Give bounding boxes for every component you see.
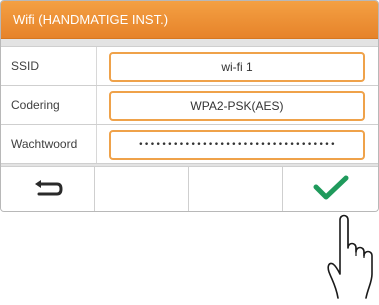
ssid-row: SSID wi-fi 1	[1, 46, 378, 86]
checkmark-icon	[313, 175, 349, 200]
button-bar	[1, 166, 378, 211]
empty-button	[95, 167, 189, 211]
password-row: Wachtwoord •••••••••••••••••••••••••••••…	[1, 124, 378, 164]
ssid-label: SSID	[11, 59, 40, 73]
encryption-field[interactable]: WPA2-PSK(AES)	[109, 91, 365, 121]
wifi-settings-screen: Wifi (HANDMATIGE INST.) SSID wi-fi 1 Cod…	[0, 0, 379, 212]
empty-button	[189, 167, 283, 211]
encryption-row: Codering WPA2-PSK(AES)	[1, 85, 378, 125]
password-label: Wachtwoord	[11, 137, 78, 151]
back-button[interactable]	[1, 167, 95, 211]
row-divider	[96, 86, 97, 124]
password-field[interactable]: ••••••••••••••••••••••••••••••••••	[109, 130, 365, 160]
hand-pointer-icon	[327, 214, 373, 299]
ssid-field[interactable]: wi-fi 1	[109, 52, 365, 82]
screen-title: Wifi (HANDMATIGE INST.)	[1, 1, 378, 39]
encryption-label: Codering	[11, 98, 60, 112]
row-divider	[96, 47, 97, 85]
back-arrow-icon	[35, 180, 63, 196]
confirm-button[interactable]	[283, 167, 377, 211]
row-divider	[96, 125, 97, 163]
